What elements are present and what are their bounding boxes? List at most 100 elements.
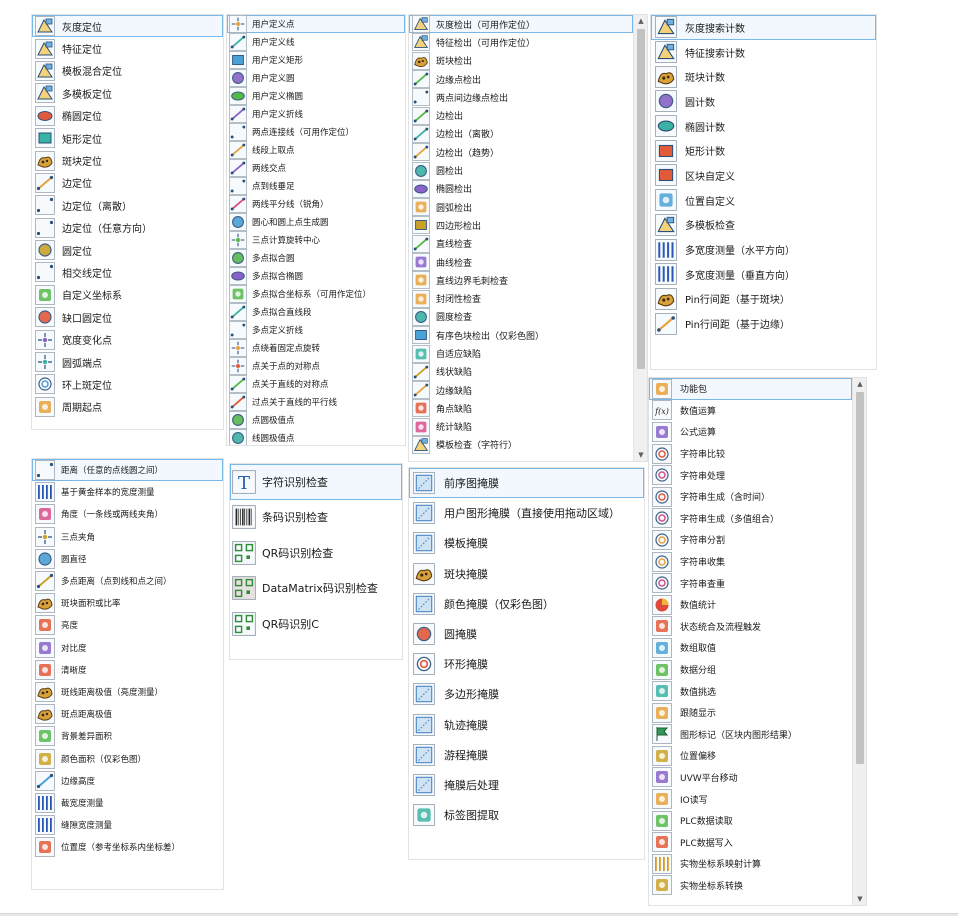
list-item[interactable]: 两线平分线（锐角） [227, 195, 405, 213]
list-item[interactable]: 圆弧端点 [32, 351, 223, 373]
list-item[interactable]: 直线检查 [409, 234, 633, 253]
list-item[interactable]: 用户定义矩形 [227, 51, 405, 69]
list-item[interactable]: 角点缺陷 [409, 399, 633, 418]
list-item[interactable]: 缝隙宽度测量 [32, 814, 223, 836]
list-item[interactable]: 用户定义点 [227, 15, 405, 33]
list-item[interactable]: 多宽度测量（水平方向） [651, 237, 876, 262]
list-item[interactable]: 统计缺陷 [409, 417, 633, 436]
list-item[interactable]: 基于黄金样本的宽度测量 [32, 481, 223, 503]
list-item[interactable]: 封闭性检查 [409, 289, 633, 308]
list-item[interactable]: 特征搜索计数 [651, 40, 876, 65]
list-item[interactable]: 公式运算 [649, 421, 852, 443]
list-item[interactable]: 边检出（离散） [409, 125, 633, 143]
list-item[interactable]: QR码识别C [230, 606, 402, 642]
list-item[interactable]: 缺口圆定位 [32, 306, 223, 328]
list-item[interactable]: 边检出（趋势） [409, 143, 633, 162]
list-item[interactable]: 自适应缺陷 [409, 344, 633, 363]
list-item[interactable]: 椭圆计数 [651, 114, 876, 139]
list-item[interactable]: 两点连接线（可用作定位） [227, 123, 405, 141]
list-item[interactable]: 斑块掩膜 [409, 559, 644, 589]
list-item[interactable]: 多点拟合坐标系（可用作定位） [227, 285, 405, 303]
list-item[interactable]: 多点拟合椭圆 [227, 267, 405, 285]
scroll-up-icon[interactable]: ▲ [634, 15, 647, 27]
list-item[interactable]: 两点间边缘点检出 [409, 88, 633, 107]
list-item[interactable]: 位置度（参考坐标系内坐标差） [32, 836, 223, 858]
list-item[interactable]: 点关于点的对称点 [227, 357, 405, 375]
list-item[interactable]: 字符串分割 [649, 529, 852, 551]
list-item[interactable]: 多边形掩膜 [409, 679, 644, 709]
list-item[interactable]: 圆心和圆上点生成圆 [227, 213, 405, 231]
list-item[interactable]: 四边形检出 [409, 216, 633, 235]
utility-scrollbar[interactable]: ▲ ▼ [852, 378, 866, 905]
list-item[interactable]: 线圆极值点 [227, 429, 405, 445]
list-item[interactable]: 数值统计 [649, 594, 852, 616]
list-item[interactable]: 多点定义折线 [227, 321, 405, 339]
list-item[interactable]: 清晰度 [32, 659, 223, 681]
scroll-up-icon[interactable]: ▲ [853, 378, 866, 390]
list-item[interactable]: 边定位 [32, 172, 223, 194]
list-item[interactable]: 点绕着固定点旋转 [227, 339, 405, 357]
list-item[interactable]: 灰度定位 [32, 15, 223, 38]
list-item[interactable]: 三点夹角 [32, 526, 223, 548]
list-item[interactable]: 过点关于直线的平行线 [227, 393, 405, 411]
list-item[interactable]: 图形标记（区块内图形结果） [649, 724, 852, 746]
list-item[interactable]: 灰度搜索计数 [651, 15, 876, 40]
list-item[interactable]: 点到线垂足 [227, 177, 405, 195]
list-item[interactable]: 圆计数 [651, 89, 876, 114]
list-item[interactable]: 字符串处理 [649, 464, 852, 486]
scroll-down-icon[interactable]: ▼ [634, 449, 647, 461]
list-item[interactable]: 用户图形掩膜（直接使用拖动区域） [409, 498, 644, 528]
list-item[interactable]: 边缘缺陷 [409, 381, 633, 400]
list-item[interactable]: 多模板检查 [651, 213, 876, 238]
list-item[interactable]: 亮度 [32, 614, 223, 636]
list-item[interactable]: 实物坐标系映射计算 [649, 853, 852, 875]
list-item[interactable]: 多点距离（点到线和点之间） [32, 570, 223, 592]
list-item[interactable]: 有序色块检出（仅彩色图） [409, 326, 633, 345]
list-item[interactable]: 多点拟合圆 [227, 249, 405, 267]
list-item[interactable]: 斑块面积或比率 [32, 592, 223, 614]
list-item[interactable]: 矩形定位 [32, 127, 223, 149]
list-item[interactable]: 截宽度测量 [32, 792, 223, 814]
scroll-down-icon[interactable]: ▼ [853, 893, 866, 905]
list-item[interactable]: 功能包 [649, 378, 852, 400]
list-item[interactable]: 环形掩膜 [409, 649, 644, 679]
list-item[interactable]: T 字符识别检查 [230, 464, 402, 500]
list-item[interactable]: 模板混合定位 [32, 60, 223, 82]
list-item[interactable]: 状态统合及流程触发 [649, 616, 852, 638]
list-item[interactable]: 斑点距离极值 [32, 703, 223, 725]
list-item[interactable]: 边定位（任意方向） [32, 217, 223, 239]
list-item[interactable]: 角度（一条线或两线夹角） [32, 503, 223, 525]
list-item[interactable]: 颜色掩膜（仅彩色图） [409, 589, 644, 619]
list-item[interactable]: 圆度检查 [409, 307, 633, 326]
list-item[interactable]: 实物坐标系转换 [649, 875, 852, 897]
list-item[interactable]: 宽度变化点 [32, 328, 223, 350]
list-item[interactable]: 区块自定义 [651, 163, 876, 188]
list-item[interactable]: 斑线距离极值（亮度测量） [32, 681, 223, 703]
list-item[interactable]: 椭圆检出 [409, 179, 633, 198]
list-item[interactable]: 斑块计数 [651, 64, 876, 89]
list-item[interactable]: DataMatrix码识别检查 [230, 571, 402, 607]
list-item[interactable]: 边定位（离散） [32, 194, 223, 216]
list-item[interactable]: 线状缺陷 [409, 362, 633, 381]
list-item[interactable]: IO读写 [649, 788, 852, 810]
list-item[interactable]: Pin行间距（基于斑块） [651, 287, 876, 312]
list-item[interactable]: 条码识别检查 [230, 500, 402, 536]
list-item[interactable]: 多宽度测量（垂直方向） [651, 262, 876, 287]
list-item[interactable]: 直线边界毛刺检查 [409, 271, 633, 290]
list-item[interactable]: 前序图掩膜 [409, 468, 644, 499]
list-item[interactable]: 模板掩膜 [409, 528, 644, 558]
list-item[interactable]: 椭圆定位 [32, 105, 223, 127]
list-item[interactable]: UVW平台移动 [649, 767, 852, 789]
list-item[interactable]: 位置自定义 [651, 188, 876, 213]
scroll-thumb[interactable] [856, 392, 864, 764]
list-item[interactable]: 颜色面积（仅彩色图） [32, 747, 223, 769]
list-item[interactable]: 用户定义折线 [227, 105, 405, 123]
list-item[interactable]: 圆定位 [32, 239, 223, 261]
list-item[interactable]: 灰度检出（可用作定位） [409, 15, 633, 34]
list-item[interactable]: 两线交点 [227, 159, 405, 177]
list-item[interactable]: 背景差异面积 [32, 725, 223, 747]
list-item[interactable]: PLC数据读取 [649, 810, 852, 832]
detect-scrollbar[interactable]: ▲ ▼ [633, 15, 647, 461]
list-item[interactable]: 点关于直线的对称点 [227, 375, 405, 393]
list-item[interactable]: 斑块检出 [409, 51, 633, 70]
